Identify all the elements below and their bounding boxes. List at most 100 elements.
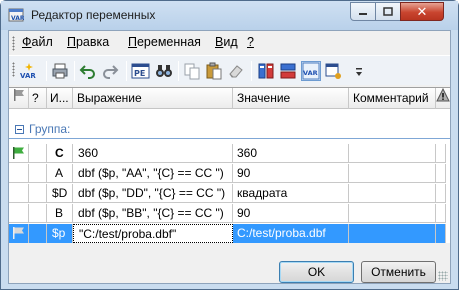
variables-mode-button[interactable]: VAR <box>301 61 321 81</box>
variable-name[interactable]: B <box>47 204 73 223</box>
column-header-expression[interactable]: Выражение <box>73 88 233 109</box>
row-mark <box>29 184 47 203</box>
column-header-warning[interactable] <box>436 88 450 109</box>
row-tail <box>436 204 446 223</box>
eraser-icon <box>229 65 243 78</box>
copy-icon <box>184 63 200 80</box>
column-header-name[interactable]: И... <box>47 88 73 109</box>
row-mark <box>29 164 47 183</box>
variable-name[interactable]: C <box>47 144 73 163</box>
resize-grip[interactable] <box>438 271 448 281</box>
menu-bar: Файл Правка Переменная Вид ? <box>9 31 450 55</box>
value-cell: квадрата <box>233 184 349 203</box>
redo-button[interactable] <box>100 61 120 81</box>
column-header-mark[interactable]: ? <box>29 88 47 109</box>
variable-name[interactable]: $D <box>47 184 73 203</box>
expression-combo-text[interactable]: 360 <box>78 146 98 160</box>
find-button[interactable] <box>154 61 174 81</box>
expression-cell[interactable]: dbf ($p, "DD", "{C} == CC ") <box>73 184 233 203</box>
value-cell: 360 <box>233 144 349 163</box>
variable-name[interactable]: A <box>47 164 73 183</box>
comment-cell[interactable] <box>349 224 436 243</box>
column-header-comment[interactable]: Комментарий <box>349 88 436 109</box>
group-row[interactable]: Группа: <box>9 121 450 137</box>
collapse-icon[interactable] <box>15 125 24 134</box>
menu-help[interactable]: ? <box>247 35 254 49</box>
row-tail <box>436 144 446 163</box>
variables-table: ? И... Выражение Значение Комментарий Гр… <box>9 87 450 243</box>
menu-variable[interactable]: Переменная <box>128 35 201 49</box>
clear-button[interactable] <box>226 61 246 81</box>
arrange-vertical-button[interactable] <box>256 61 276 81</box>
maximize-icon <box>383 7 393 16</box>
toolbar-overflow-icon[interactable] <box>355 66 363 78</box>
value-cell: 90 <box>233 204 349 223</box>
paste-icon <box>206 62 222 80</box>
paste-button[interactable] <box>204 61 224 81</box>
client-area: Файл Правка Переменная Вид ? VAR PE VAR … <box>8 30 451 284</box>
row-flag[interactable] <box>9 184 29 203</box>
window-options-button[interactable] <box>323 61 343 81</box>
table-row[interactable]: C 360 360 <box>9 144 446 163</box>
comment-cell[interactable] <box>349 184 436 203</box>
expression-cell[interactable]: dbf ($p, "BB", "{C} == CC ") <box>73 204 233 223</box>
properties-button[interactable]: PE <box>130 61 150 81</box>
menu-file[interactable]: Файл <box>22 35 53 49</box>
toolbar-separator <box>126 61 127 81</box>
svg-text:VAR: VAR <box>20 72 36 80</box>
warning-icon <box>436 88 450 102</box>
new-variable-icon: VAR <box>20 63 36 80</box>
table-row[interactable]: $D dbf ($p, "DD", "{C} == CC ") квадрата <box>9 184 446 203</box>
undo-icon <box>79 65 95 79</box>
expression-cell[interactable]: 360 <box>73 144 233 163</box>
close-button[interactable]: ✕ <box>400 2 444 21</box>
new-variable-button[interactable]: VAR <box>19 61 39 81</box>
table-row-selected[interactable]: $p "C:/test/proba.dbf" C:/test/proba.dbf <box>9 224 446 243</box>
row-flag[interactable] <box>9 204 29 223</box>
value-cell: C:/test/proba.dbf <box>233 224 349 243</box>
maximize-button[interactable] <box>375 2 401 21</box>
arrange-horizontal-icon <box>280 63 296 79</box>
arrange-horizontal-button[interactable] <box>278 61 298 81</box>
toolbar-grip[interactable] <box>12 62 15 77</box>
variable-editor-window: VAR Редактор переменных ✕ Файл Правка Пе… <box>0 0 459 290</box>
comment-cell[interactable] <box>349 144 436 163</box>
row-mark <box>29 144 47 163</box>
row-flag[interactable] <box>9 144 29 163</box>
undo-button[interactable] <box>78 61 98 81</box>
cancel-button[interactable]: Отменить <box>361 261 436 283</box>
row-flag[interactable] <box>9 164 29 183</box>
svg-text:PE: PE <box>134 69 145 78</box>
column-header-flag[interactable] <box>9 88 29 109</box>
comment-cell[interactable] <box>349 204 436 223</box>
row-tail <box>436 184 446 203</box>
column-header-value[interactable]: Значение <box>233 88 349 109</box>
row-flag[interactable] <box>9 224 29 243</box>
minimize-button[interactable] <box>350 2 376 21</box>
redo-icon <box>103 65 119 79</box>
title-bar[interactable]: VAR Редактор переменных ✕ <box>1 1 458 30</box>
toolbar-separator <box>251 61 252 81</box>
menu-view[interactable]: Вид <box>215 35 238 49</box>
ok-button[interactable]: OK <box>279 261 354 283</box>
expression-cell[interactable]: "C:/test/proba.dbf" <box>73 224 233 243</box>
comment-cell[interactable] <box>349 164 436 183</box>
group-label: Группа: <box>29 122 71 136</box>
toolbar-separator <box>178 61 179 81</box>
variables-app-icon: VAR <box>8 8 24 22</box>
print-button[interactable] <box>50 61 70 81</box>
table-row[interactable]: B dbf ($p, "BB", "{C} == CC ") 90 <box>9 204 446 223</box>
row-tail <box>436 224 446 243</box>
expression-cell[interactable]: dbf ($p, "AA", "{C} == CC ") <box>73 164 233 183</box>
toolbar-separator <box>74 61 75 81</box>
gray-flag-icon <box>13 227 24 239</box>
variable-name[interactable]: $p <box>47 224 73 243</box>
table-row[interactable]: A dbf ($p, "AA", "{C} == CC ") 90 <box>9 164 446 183</box>
menu-edit[interactable]: Правка <box>67 35 109 49</box>
menubar-grip[interactable] <box>12 36 15 51</box>
copy-button[interactable] <box>182 61 202 81</box>
properties-editor-icon: PE <box>131 63 149 79</box>
printer-icon <box>52 63 68 79</box>
row-tail <box>436 164 446 183</box>
window-options-icon <box>325 63 341 79</box>
